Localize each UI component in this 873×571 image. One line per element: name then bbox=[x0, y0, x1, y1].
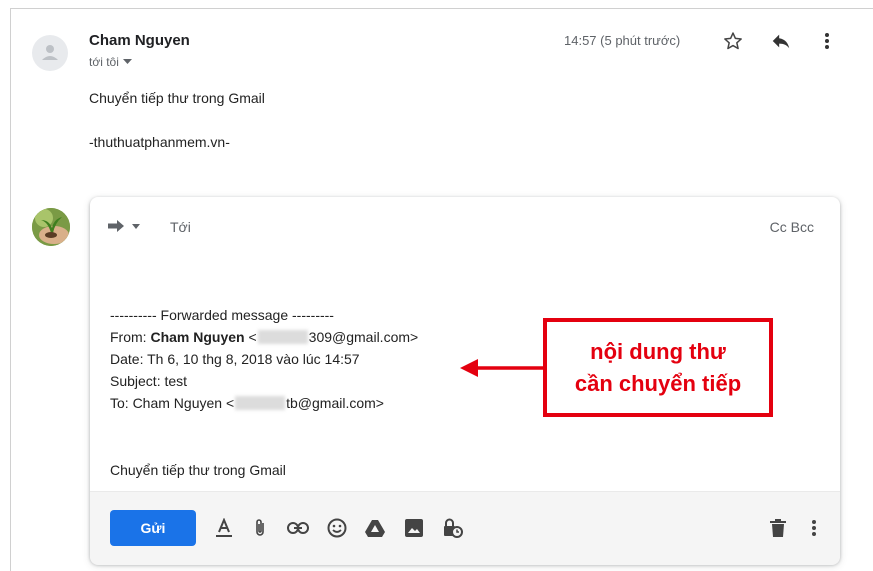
to-email-suffix: tb@gmail.com> bbox=[286, 395, 384, 411]
more-compose-options-button[interactable] bbox=[802, 516, 826, 540]
frame-left-border bbox=[10, 8, 11, 571]
forward-arrow-icon bbox=[108, 220, 124, 232]
chevron-down-icon bbox=[122, 59, 132, 64]
attach-file-button[interactable] bbox=[248, 516, 272, 540]
forward-date-line: Date: Th 6, 10 thg 8, 2018 vào lúc 14:57 bbox=[110, 351, 360, 367]
photo-icon bbox=[405, 519, 423, 537]
send-button[interactable]: Gửi bbox=[110, 510, 196, 546]
quoted-message-text: Chuyển tiếp thư trong Gmail bbox=[110, 462, 286, 478]
cc-link[interactable]: Cc bbox=[770, 219, 787, 235]
insert-link-button[interactable] bbox=[286, 516, 310, 540]
trash-icon bbox=[770, 519, 786, 537]
compose-toolbar: Gửi bbox=[90, 491, 840, 565]
response-type-dropdown[interactable] bbox=[108, 220, 140, 232]
confidential-mode-button[interactable] bbox=[441, 516, 465, 540]
insert-emoji-button[interactable] bbox=[325, 516, 349, 540]
from-email-suffix: 309@gmail.com> bbox=[308, 329, 419, 345]
sender-name[interactable]: Cham Nguyen bbox=[89, 32, 190, 49]
drive-icon bbox=[365, 520, 385, 537]
person-icon bbox=[42, 45, 58, 60]
redacted-email-blur bbox=[235, 396, 286, 410]
from-label: From: bbox=[110, 329, 151, 345]
from-email-prefix: < bbox=[244, 329, 257, 345]
lock-clock-icon bbox=[444, 518, 463, 538]
insert-drive-button[interactable] bbox=[363, 516, 387, 540]
emoji-icon bbox=[327, 518, 347, 538]
insert-photo-button[interactable] bbox=[402, 516, 426, 540]
forward-header: ---------- Forwarded message --------- bbox=[110, 307, 334, 323]
forward-from-line: From: Cham Nguyen <309@gmail.com> bbox=[110, 326, 418, 348]
link-icon bbox=[287, 522, 309, 534]
star-icon bbox=[724, 32, 742, 50]
bcc-link[interactable]: Bcc bbox=[791, 219, 814, 235]
user-avatar[interactable] bbox=[32, 208, 70, 246]
text-format-icon bbox=[216, 518, 232, 537]
redacted-email-blur bbox=[257, 330, 308, 344]
message-time: 14:57 (5 phút trước) bbox=[564, 33, 681, 48]
recipient-label: tới tôi bbox=[89, 55, 119, 69]
reply-button[interactable] bbox=[769, 29, 793, 53]
annotation-line-1: nội dung thư bbox=[590, 338, 726, 364]
more-options-button[interactable] bbox=[815, 29, 839, 53]
more-vert-icon bbox=[825, 33, 829, 49]
to-line-prefix: To: Cham Nguyen < bbox=[110, 395, 235, 411]
annotation-line-2: cần chuyển tiếp bbox=[574, 370, 742, 396]
message-signature: -thuthuatphanmem.vn- bbox=[89, 134, 230, 150]
from-name: Cham Nguyen bbox=[150, 329, 245, 345]
forward-to-line: To: Cham Nguyen < tb@gmail.com> bbox=[110, 392, 418, 414]
cc-bcc-links: Cc Bcc bbox=[770, 219, 814, 235]
message-body-line: Chuyển tiếp thư trong Gmail bbox=[89, 90, 265, 106]
sender-avatar[interactable] bbox=[32, 35, 68, 71]
forward-subject-line: Subject: test bbox=[110, 373, 188, 389]
discard-draft-button[interactable] bbox=[766, 516, 790, 540]
reply-icon bbox=[772, 34, 790, 49]
paperclip-icon bbox=[256, 519, 264, 536]
plant-photo-icon bbox=[32, 208, 70, 246]
frame-top-border bbox=[10, 8, 873, 9]
star-button[interactable] bbox=[721, 29, 745, 53]
annotation-arrow-icon bbox=[460, 359, 544, 377]
forwarded-message-body[interactable]: ---------- Forwarded message --------- F… bbox=[110, 304, 418, 414]
annotation-callout: nội dung thư cần chuyển tiếp bbox=[543, 318, 773, 417]
more-vert-icon bbox=[812, 520, 816, 536]
to-field[interactable]: Tới bbox=[170, 219, 191, 235]
chevron-down-icon bbox=[132, 223, 140, 229]
formatting-button[interactable] bbox=[212, 516, 236, 540]
recipient-dropdown[interactable]: tới tôi bbox=[89, 55, 132, 69]
